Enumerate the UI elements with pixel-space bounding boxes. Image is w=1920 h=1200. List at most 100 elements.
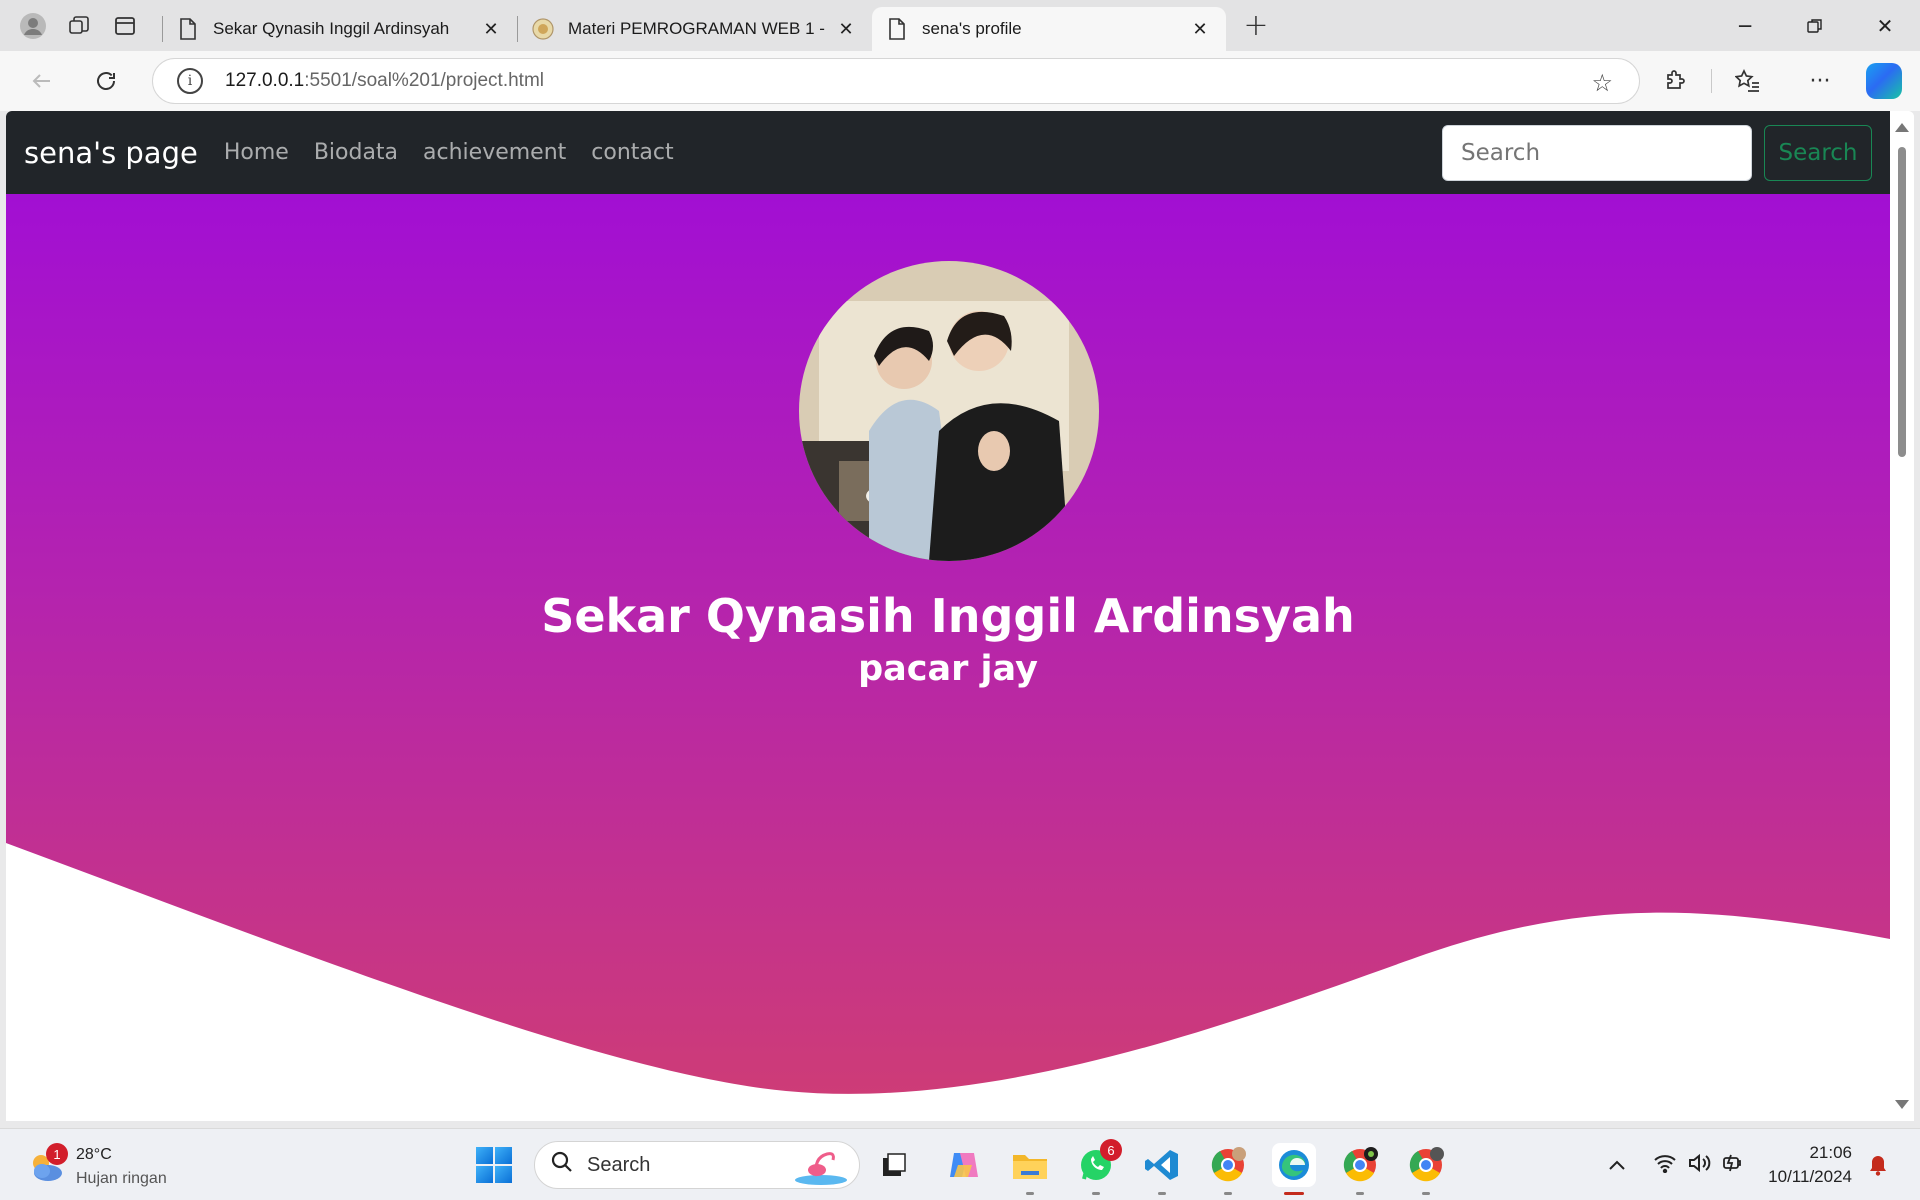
search-button[interactable]: Search: [1764, 125, 1872, 181]
search-input[interactable]: [1442, 125, 1752, 181]
close-icon: ✕: [1876, 13, 1894, 38]
restore-icon: [1807, 18, 1822, 33]
wifi-icon[interactable]: [1648, 1153, 1682, 1178]
weather-temp: 28°C: [76, 1146, 112, 1163]
clock[interactable]: 21:06 10/11/2024: [1768, 1141, 1852, 1189]
more-dots-icon: ···: [1809, 68, 1831, 94]
vertical-tabs-button[interactable]: [102, 6, 148, 46]
window-controls: ─ ✕: [1710, 0, 1920, 51]
favorites-button[interactable]: [1712, 61, 1784, 101]
nav-link-contact[interactable]: contact: [591, 140, 673, 165]
task-view-icon[interactable]: [872, 1143, 916, 1187]
back-arrow-icon: [32, 74, 50, 88]
system-tray: 21:06 10/11/2024: [1600, 1137, 1888, 1193]
workspaces-icon: [69, 15, 89, 34]
weather-icon: 1: [26, 1143, 68, 1187]
toolbar: i 127.0.0.1:5501/soal%201/project.html ☆…: [0, 51, 1920, 111]
workspaces-button[interactable]: [56, 6, 102, 46]
scroll-up-arrow-icon[interactable]: [1895, 123, 1909, 132]
tab-title: Materi PEMROGRAMAN WEB 1 -: [568, 19, 825, 38]
page-icon: [886, 18, 908, 40]
minimize-button[interactable]: ─: [1710, 0, 1780, 51]
tab-actions-icon: [115, 16, 135, 35]
flamingo-icon: [795, 1152, 847, 1185]
scroll-thumb[interactable]: [1898, 147, 1906, 457]
reload-button[interactable]: [84, 61, 128, 101]
back-button[interactable]: [20, 61, 64, 101]
tab-strip: Sekar Qynasih Inggil Ardinsyah ✕ Materi …: [0, 0, 1920, 51]
reload-icon: [97, 72, 115, 90]
extensions-button[interactable]: [1639, 61, 1711, 101]
running-indicator: [1158, 1192, 1166, 1195]
chrome-profile-2-icon[interactable]: [1338, 1143, 1382, 1195]
whatsapp-badge: 6: [1100, 1139, 1122, 1161]
notification-bell-icon[interactable]: [1868, 1154, 1888, 1176]
settings-more-button[interactable]: ···: [1784, 61, 1856, 101]
restore-button[interactable]: [1780, 0, 1850, 51]
copilot-app-icon[interactable]: [942, 1143, 986, 1187]
url-text[interactable]: 127.0.0.1:5501/soal%201/project.html: [225, 70, 544, 92]
copilot-icon[interactable]: [1866, 63, 1902, 99]
running-indicator: [1224, 1192, 1232, 1195]
running-indicator: [1284, 1192, 1304, 1195]
toolbar-right: ···: [1639, 51, 1920, 111]
puzzle-icon: [1667, 70, 1685, 89]
minimize-icon: ─: [1738, 13, 1752, 38]
taskbar-search-label: Search: [587, 1153, 651, 1176]
scroll-down-arrow-icon[interactable]: [1895, 1100, 1909, 1109]
search-icon: [551, 1151, 573, 1179]
nav-link-achievement[interactable]: achievement: [423, 140, 566, 165]
vscode-icon[interactable]: [1140, 1143, 1184, 1195]
url-path: :5501/soal%201/project.html: [304, 70, 545, 91]
profile-icon: [20, 12, 46, 39]
tab-materi[interactable]: Materi PEMROGRAMAN WEB 1 - ✕: [518, 7, 872, 51]
favorite-star-icon[interactable]: ☆: [1591, 69, 1613, 97]
running-indicator: [1026, 1192, 1034, 1195]
weather-badge: 1: [46, 1143, 68, 1165]
nav-link-biodata[interactable]: Biodata: [314, 140, 398, 165]
weather-text: 28°C Hujan ringan: [76, 1143, 167, 1191]
running-indicator: [1356, 1192, 1364, 1195]
nav-links: Home Biodata achievement contact: [224, 140, 699, 165]
hero-wave: [6, 843, 1890, 1121]
chrome-profile-3-icon[interactable]: [1404, 1143, 1448, 1195]
scrollbar[interactable]: [1890, 111, 1914, 1121]
close-window-button[interactable]: ✕: [1850, 0, 1920, 51]
tab-title: sena's profile: [922, 19, 1022, 38]
taskbar-search[interactable]: Search: [534, 1141, 860, 1189]
profile-button[interactable]: [10, 6, 56, 46]
page-icon: [177, 18, 199, 40]
tab-sena-profile[interactable]: sena's profile ✕: [872, 7, 1226, 51]
running-indicator: [1092, 1192, 1100, 1195]
url-host: 127.0.0.1: [225, 70, 305, 91]
plus-icon: +: [1243, 8, 1269, 43]
battery-charging-icon[interactable]: [1716, 1153, 1750, 1178]
clock-date: 10/11/2024: [1768, 1167, 1852, 1186]
tab-sekar[interactable]: Sekar Qynasih Inggil Ardinsyah ✕: [163, 7, 517, 51]
volume-icon[interactable]: [1682, 1153, 1716, 1178]
address-bar[interactable]: i 127.0.0.1:5501/soal%201/project.html ☆: [152, 58, 1640, 104]
chrome-icon[interactable]: [1206, 1143, 1250, 1195]
site-info-icon[interactable]: i: [177, 68, 203, 94]
close-icon[interactable]: ✕: [834, 17, 858, 41]
hero-section: Sekar Qynasih Inggil Ardinsyah pacar jay: [6, 194, 1890, 1121]
weather-widget[interactable]: 1 28°C Hujan ringan: [26, 1143, 167, 1191]
clock-time: 21:06: [1809, 1143, 1852, 1162]
chevron-up-icon[interactable]: [1600, 1155, 1634, 1176]
close-icon[interactable]: ✕: [479, 17, 503, 41]
site-favicon-icon: [532, 18, 554, 40]
navbar-brand[interactable]: sena's page: [24, 136, 198, 170]
whatsapp-icon[interactable]: 6: [1074, 1139, 1122, 1195]
weather-condition: Hujan ringan: [76, 1170, 167, 1187]
close-icon[interactable]: ✕: [1188, 17, 1212, 41]
nav-link-home[interactable]: Home: [224, 140, 289, 165]
running-indicator: [1422, 1192, 1430, 1195]
edge-icon[interactable]: [1272, 1143, 1316, 1195]
windows-start-icon[interactable]: [476, 1147, 512, 1183]
site-navbar: sena's page Home Biodata achievement con…: [6, 111, 1890, 194]
tab-title: Sekar Qynasih Inggil Ardinsyah: [213, 19, 450, 38]
new-tab-button[interactable]: +: [1236, 6, 1276, 46]
file-explorer-icon[interactable]: [1008, 1143, 1052, 1195]
search-form: Search: [1442, 125, 1872, 181]
taskbar: 1 28°C Hujan ringan Search 6 21:06 10/11…: [0, 1128, 1920, 1200]
